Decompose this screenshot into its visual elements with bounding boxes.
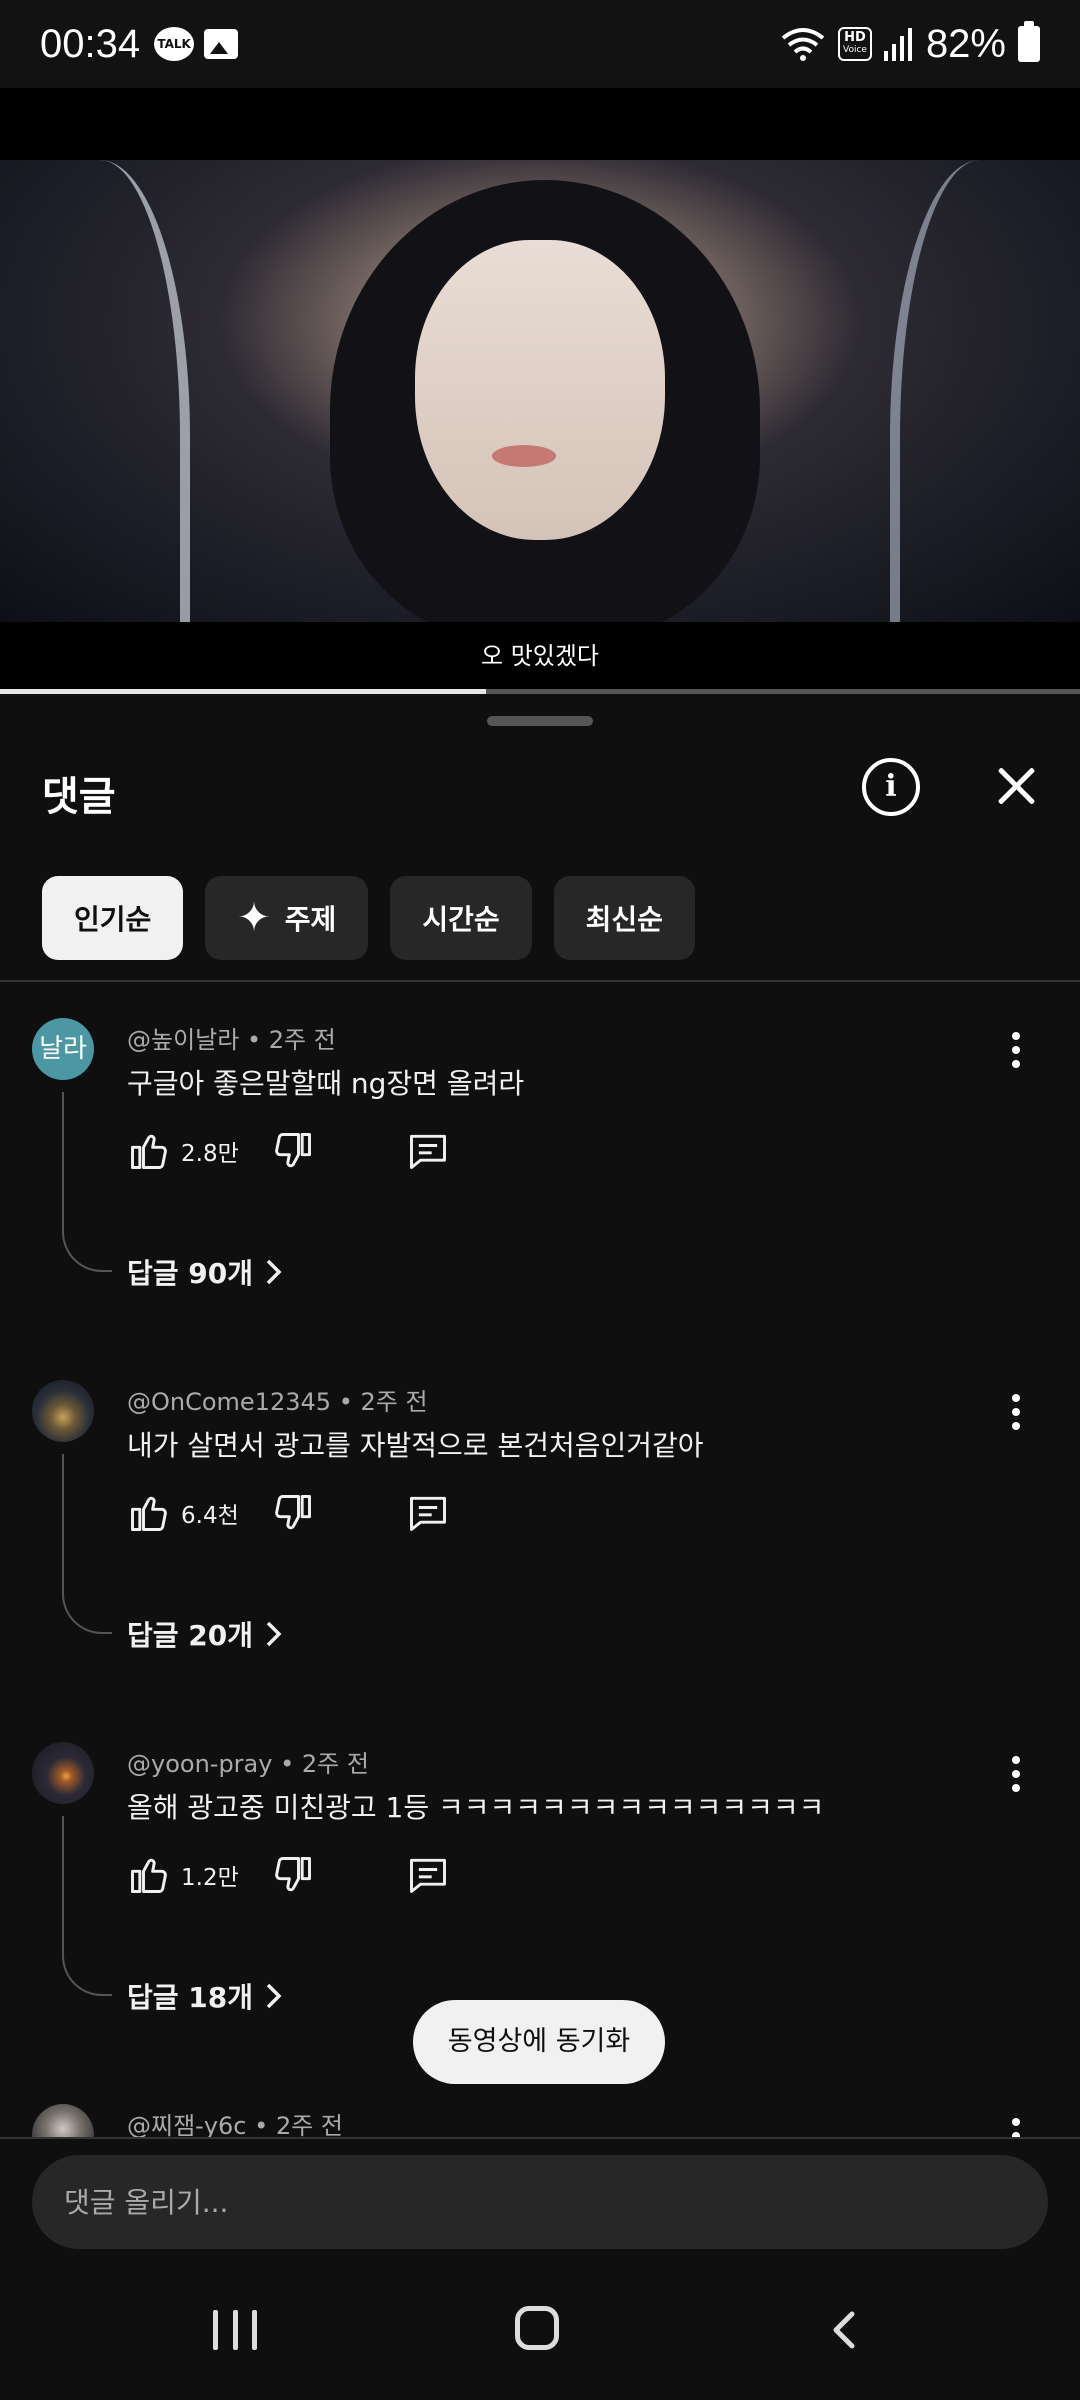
hd-voice-icon: HD Voice: [837, 27, 872, 61]
video-subtitle: 오 맛있겠다: [0, 622, 1080, 690]
chip-newest[interactable]: 최신순: [553, 876, 695, 960]
comment-author[interactable]: @OnCome12345: [127, 1388, 331, 1416]
wifi-icon: [781, 28, 825, 61]
comment-item: 날라 @높이날라 • 2주 전 구글아 좋은말할때 ng장면 올려라 2.8만 …: [0, 1018, 1080, 1380]
chip-timeline[interactable]: 시간순: [390, 876, 532, 960]
signal-icon: [883, 28, 912, 61]
comment-time: 2주 전: [268, 1026, 336, 1054]
status-time: 00:34: [40, 21, 141, 66]
info-icon[interactable]: i: [862, 758, 920, 816]
reply-icon[interactable]: [405, 1491, 451, 1535]
video-scene-face: [415, 240, 665, 540]
chip-label: 주제: [284, 903, 337, 936]
chip-label: 인기순: [74, 903, 152, 936]
replies-link[interactable]: 답글 90개: [127, 1252, 283, 1292]
thread-line: [62, 1816, 112, 1996]
like-icon[interactable]: [127, 1491, 171, 1535]
home-icon[interactable]: [515, 2306, 559, 2350]
comment-actions: 6.4천: [127, 1488, 451, 1538]
comment-actions: 2.8만: [127, 1126, 451, 1176]
thread-line: [62, 1454, 112, 1634]
video-player[interactable]: [0, 160, 1080, 622]
like-count: 6.4천: [181, 1503, 239, 1529]
comment-item: @찌잼-y6c • 2주 전: [0, 2104, 1080, 2137]
like-icon[interactable]: [127, 1129, 171, 1173]
comment-text: 구글아 좋은말할때 ng장면 올려라: [127, 1067, 525, 1100]
replies-count: 답글 18개: [127, 1981, 253, 2014]
sort-chips: 인기순 ✦ 주제 시간순 최신순: [42, 876, 695, 960]
chip-label: 최신순: [585, 903, 663, 936]
comment-time: 2주 전: [360, 1388, 428, 1416]
comment-input-area: [0, 2139, 1080, 2260]
meta-separator: •: [338, 1388, 361, 1416]
video-scene-lips: [492, 445, 556, 467]
chevron-right-icon: [266, 1259, 282, 1285]
avatar[interactable]: [32, 1742, 94, 1804]
battery-icon: [1018, 21, 1040, 62]
comment-time: 2주 전: [301, 1750, 369, 1778]
replies-count: 답글 20개: [127, 1619, 253, 1652]
status-right: HD Voice 82%: [780, 21, 1040, 67]
avatar[interactable]: 날라: [32, 1018, 94, 1080]
video-scene-chair-right: [890, 160, 1040, 622]
status-bar: 00:34 TALK HD Voice 82%: [0, 0, 1080, 88]
replies-link[interactable]: 답글 18개: [127, 1976, 283, 2016]
like-icon[interactable]: [127, 1853, 171, 1897]
more-options-icon[interactable]: [1009, 1032, 1023, 1076]
comment-author[interactable]: @찌잼-y6c: [127, 2112, 247, 2137]
close-icon[interactable]: [990, 760, 1042, 812]
system-nav-bar: [0, 2260, 1080, 2400]
back-icon[interactable]: [828, 2310, 858, 2350]
meta-separator: •: [246, 1026, 269, 1054]
more-options-icon[interactable]: [1009, 1394, 1023, 1438]
comment-time: 2주 전: [275, 2112, 343, 2137]
sync-to-video-button[interactable]: 동영상에 동기화: [413, 2000, 665, 2084]
replies-link[interactable]: 답글 20개: [127, 1614, 283, 1654]
comment-item: @OnCome12345 • 2주 전 내가 살면서 광고를 자발적으로 본건처…: [0, 1380, 1080, 1742]
comment-meta: @yoon-pray • 2주 전: [127, 1744, 369, 1779]
drag-handle[interactable]: [487, 716, 593, 726]
comments-panel: 댓글 i 인기순 ✦ 주제 시간순 최신순 날라 @높이날라 • 2주 전 구글…: [0, 694, 1080, 2137]
comment-text: 올해 광고중 미친광고 1등 ㅋㅋㅋㅋㅋㅋㅋㅋㅋㅋㅋㅋㅋㅋㅋ: [127, 1791, 825, 1824]
video-scene-chair-left: [40, 160, 190, 622]
chip-popular[interactable]: 인기순: [42, 876, 184, 960]
recent-apps-icon[interactable]: [213, 2310, 257, 2350]
chip-label: 시간순: [422, 903, 500, 936]
more-options-icon[interactable]: [1009, 1756, 1023, 1800]
comment-author[interactable]: @yoon-pray: [127, 1750, 272, 1778]
more-options-icon[interactable]: [1009, 2118, 1023, 2137]
sparkle-icon: ✦: [237, 895, 271, 941]
player-top-letterbox: [0, 88, 1080, 160]
comment-input[interactable]: [32, 2155, 1048, 2249]
voice-label: Voice: [842, 45, 867, 55]
avatar[interactable]: [32, 2104, 94, 2137]
comment-meta: @높이날라 • 2주 전: [127, 1020, 336, 1055]
like-count: 1.2만: [181, 1865, 239, 1891]
dislike-icon[interactable]: [271, 1491, 315, 1535]
thread-line: [62, 1092, 112, 1272]
panel-title: 댓글: [42, 774, 116, 820]
chip-topic[interactable]: ✦ 주제: [205, 876, 369, 960]
divider: [0, 980, 1080, 982]
reply-icon[interactable]: [405, 1853, 451, 1897]
gallery-icon: [204, 29, 239, 59]
comment-author[interactable]: @높이날라: [127, 1026, 239, 1054]
dislike-icon[interactable]: [271, 1129, 315, 1173]
replies-count: 답글 90개: [127, 1257, 253, 1290]
meta-separator: •: [254, 2112, 276, 2137]
chevron-right-icon: [266, 1983, 282, 2009]
like-count: 2.8만: [181, 1141, 239, 1167]
chevron-right-icon: [266, 1621, 282, 1647]
avatar[interactable]: [32, 1380, 94, 1442]
dislike-icon[interactable]: [271, 1853, 315, 1897]
battery-percent: 82%: [925, 21, 1006, 66]
hd-label: HD: [844, 30, 866, 45]
comment-actions: 1.2만: [127, 1850, 451, 1900]
comment-text: 내가 살면서 광고를 자발적으로 본건처음인거같아: [127, 1429, 704, 1462]
reply-icon[interactable]: [405, 1129, 451, 1173]
meta-separator: •: [280, 1750, 302, 1778]
comment-meta: @OnCome12345 • 2주 전: [127, 1382, 428, 1417]
kakaotalk-icon: TALK: [154, 27, 195, 61]
comment-meta: @찌잼-y6c • 2주 전: [127, 2106, 343, 2137]
